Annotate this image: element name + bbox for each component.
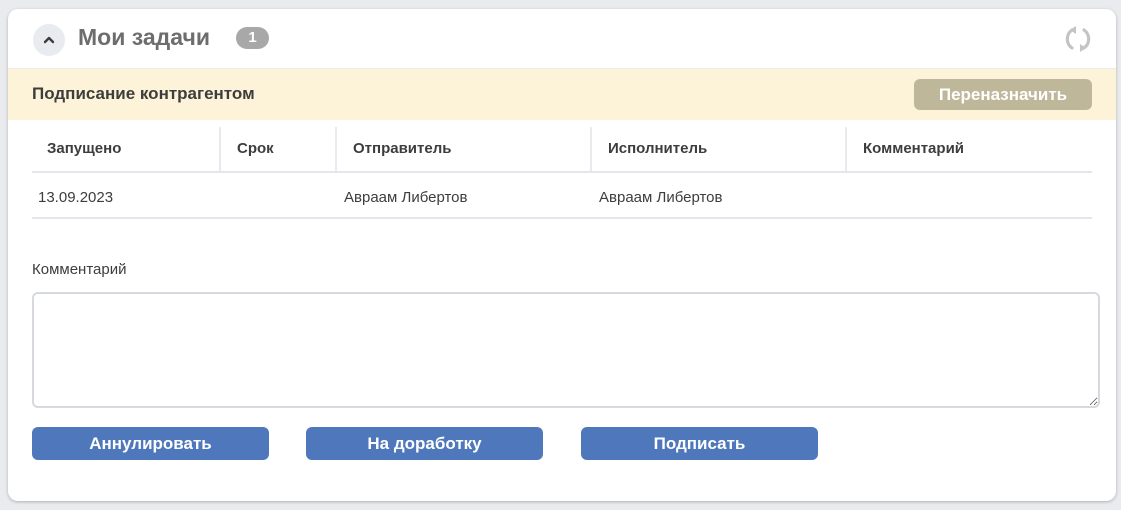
column-separator [335,127,337,171]
comment-label: Комментарий [32,261,127,278]
comment-textarea[interactable] [32,292,1100,408]
column-separator [219,127,221,171]
task-count-badge: 1 [236,27,269,49]
cancel-button[interactable]: Аннулировать [32,427,269,460]
cell-sender: Авраам Либертов [344,189,468,206]
table-row[interactable]: 13.09.2023 Авраам Либертов Авраам Либерт… [32,173,1092,219]
column-header-started[interactable]: Запущено [47,127,121,171]
collapse-button[interactable] [33,24,65,56]
column-separator [590,127,592,171]
rework-button[interactable]: На доработку [306,427,543,460]
my-tasks-panel: Мои задачи 1 Подписание контрагентом Пер… [8,9,1116,501]
column-header-sender[interactable]: Отправитель [353,127,451,171]
column-header-comment[interactable]: Комментарий [863,127,964,171]
panel-header: Мои задачи 1 [8,9,1116,67]
cell-started: 13.09.2023 [38,189,114,206]
cell-executor: Авраам Либертов [599,189,723,206]
chevron-up-icon [43,36,55,44]
sign-button[interactable]: Подписать [581,427,818,460]
refresh-button[interactable] [1062,23,1094,55]
reassign-button[interactable]: Переназначить [914,79,1092,110]
page-title: Мои задачи [78,24,210,50]
refresh-icon [1065,26,1091,52]
task-bar: Подписание контрагентом Переназначить [8,68,1116,120]
table-header: Запущено Срок Отправитель Исполнитель Ко… [32,127,1092,173]
column-header-executor[interactable]: Исполнитель [608,127,707,171]
tasks-table: Запущено Срок Отправитель Исполнитель Ко… [32,127,1092,219]
column-separator [845,127,847,171]
task-title: Подписание контрагентом [32,84,255,103]
column-header-deadline[interactable]: Срок [237,127,274,171]
